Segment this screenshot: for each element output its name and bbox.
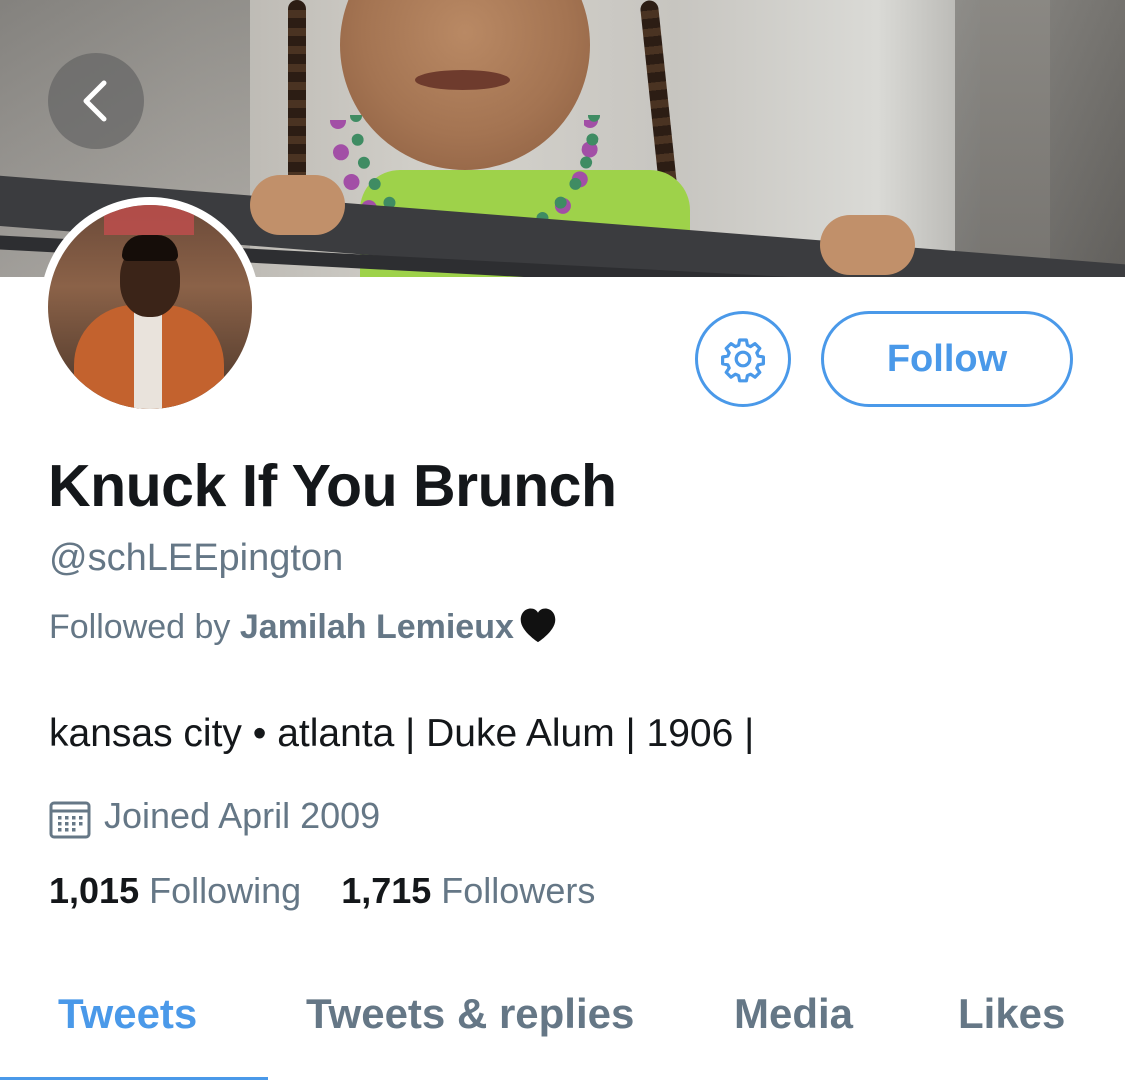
banner-braid [288,0,306,190]
calendar-icon [49,801,91,839]
tab-tweets[interactable]: Tweets [58,990,197,1038]
followers-label: Followers [441,870,596,911]
following-label: Following [149,870,302,911]
user-handle: @schLEEpington [49,537,344,579]
settings-button[interactable] [695,311,791,407]
following-link[interactable]: 1,015 Following [49,870,301,912]
following-count: 1,015 [49,870,140,911]
follow-stats: 1,015 Following 1,715 Followers [49,870,595,912]
profile-bio: kansas city • atlanta | Duke Alum | 1906… [49,712,755,755]
followers-count: 1,715 [341,870,432,911]
tab-media[interactable]: Media [734,990,853,1038]
follow-button[interactable]: Follow [821,311,1073,407]
banner-hand [250,175,345,235]
profile-tabs: Tweets Tweets & replies Media Likes [0,990,1125,1080]
avatar-photo [48,205,252,409]
joined-date: Joined April 2009 [49,795,381,839]
banner-mouth [415,70,510,90]
joined-text: Joined April 2009 [104,795,381,836]
followed-by-prefix: Followed by [49,608,240,646]
banner-hand [820,215,915,275]
tab-tweets-and-replies[interactable]: Tweets & replies [306,990,634,1038]
followed-by[interactable]: Followed by Jamilah Lemieux [49,604,560,653]
black-heart-icon [516,604,560,653]
tab-likes[interactable]: Likes [958,990,1065,1038]
followed-by-name[interactable]: Jamilah Lemieux [240,608,514,646]
display-name: Knuck If You Brunch [48,453,617,519]
banner-wall-right [955,0,1125,277]
followers-link[interactable]: 1,715 Followers [341,870,595,912]
chevron-left-icon [83,80,107,122]
gear-icon [721,338,765,383]
back-button[interactable] [48,53,144,149]
avatar[interactable] [40,197,260,417]
